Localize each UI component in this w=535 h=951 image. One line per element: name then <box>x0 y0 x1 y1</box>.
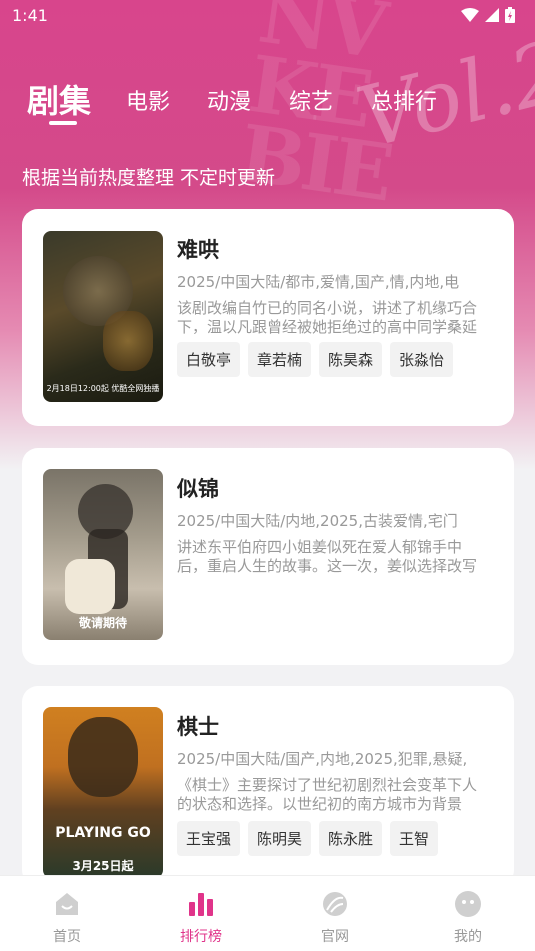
status-time: 1:41 <box>12 6 48 25</box>
nav-ranking[interactable]: 排行榜 <box>134 876 268 951</box>
drama-meta: 2025/中国大陆/都市,爱情,国产,情,内地,电 <box>177 273 460 291</box>
cast-chip[interactable]: 王智 <box>390 821 439 856</box>
tab-overall-ranking[interactable]: 总排行 <box>371 84 437 116</box>
cast-chip[interactable]: 王宝强 <box>177 821 241 856</box>
battery-icon <box>505 7 515 23</box>
drama-card[interactable]: 2月18日12:00起 优酷全网独播 难哄 2025/中国大陆/都市,爱情,国产… <box>22 209 514 426</box>
cast-list: 白敬亭 章若楠 陈昊森 张淼怡 <box>177 342 454 377</box>
tab-movies[interactable]: 电影 <box>126 84 170 116</box>
website-icon <box>323 892 347 916</box>
nav-label: 排行榜 <box>180 929 222 945</box>
drama-title: 棋士 <box>177 715 219 739</box>
bottom-navigation: 首页 排行榜 官网 我的 <box>0 875 535 951</box>
poster-image: PLAYING GO 3月25日起 <box>43 707 163 878</box>
poster-caption: 3月25日起 <box>72 859 134 873</box>
poster-caption: 2月18日12:00起 优酷全网独播 <box>46 384 160 393</box>
drama-title: 似锦 <box>177 477 219 501</box>
cast-chip[interactable]: 陈昊森 <box>319 342 383 377</box>
drama-card[interactable]: PLAYING GO 3月25日起 棋士 2025/中国大陆/国产,内地,202… <box>22 686 514 886</box>
drama-meta: 2025/中国大陆/内地,2025,古装爱情,宅门 <box>177 512 458 530</box>
tab-series[interactable]: 剧集 <box>27 76 91 122</box>
nav-label: 我的 <box>454 929 482 945</box>
wifi-icon <box>461 8 479 22</box>
poster-caption: 敬请期待 <box>78 616 127 630</box>
nav-website[interactable]: 官网 <box>268 876 402 951</box>
drama-description: 《棋士》主要探讨了世纪初剧烈社会变革下人的状态和选择。以世纪初的南方城市为背景 <box>177 776 478 813</box>
ranking-subtitle: 根据当前热度整理 不定时更新 <box>22 167 276 189</box>
tab-variety[interactable]: 综艺 <box>289 84 333 116</box>
cast-chip[interactable]: 陈永胜 <box>319 821 383 856</box>
nav-label: 官网 <box>321 929 349 945</box>
poster-image: 2月18日12:00起 优酷全网独播 <box>43 231 163 402</box>
nav-home[interactable]: 首页 <box>0 876 134 951</box>
drama-card[interactable]: 敬请期待 似锦 2025/中国大陆/内地,2025,古装爱情,宅门 讲述东平伯府… <box>22 448 514 665</box>
ranking-icon <box>189 893 213 916</box>
drama-description: 讲述东平伯府四小姐姜似死在爱人郁锦手中后，重启人生的故事。这一次，姜似选择改写命… <box>177 538 478 575</box>
category-tabs: 剧集 电影 动漫 综艺 总排行 <box>0 70 535 130</box>
home-icon <box>56 893 78 915</box>
poster-image: 敬请期待 <box>43 469 163 640</box>
cast-chip[interactable]: 陈明昊 <box>248 821 312 856</box>
nav-label: 首页 <box>53 929 81 945</box>
status-bar: 1:41 <box>0 0 535 30</box>
drama-title: 难哄 <box>177 238 219 262</box>
status-icons <box>461 7 515 23</box>
cast-list: 王宝强 陈明昊 陈永胜 王智 <box>177 821 439 856</box>
cast-chip[interactable]: 章若楠 <box>248 342 312 377</box>
cast-chip[interactable]: 张淼怡 <box>390 342 454 377</box>
active-tab-indicator <box>49 121 77 125</box>
drama-meta: 2025/中国大陆/国产,内地,2025,犯罪,悬疑, <box>177 750 468 768</box>
signal-icon <box>485 8 499 22</box>
drama-description: 该剧改编自竹已的同名小说，讲述了机缘巧合下，温以凡跟曾经被她拒绝过的高中同学桑延… <box>177 299 478 336</box>
profile-icon <box>455 891 481 917</box>
tab-anime[interactable]: 动漫 <box>207 84 251 116</box>
poster-title: PLAYING GO <box>55 825 151 841</box>
cast-chip[interactable]: 白敬亭 <box>177 342 241 377</box>
nav-profile[interactable]: 我的 <box>401 876 535 951</box>
